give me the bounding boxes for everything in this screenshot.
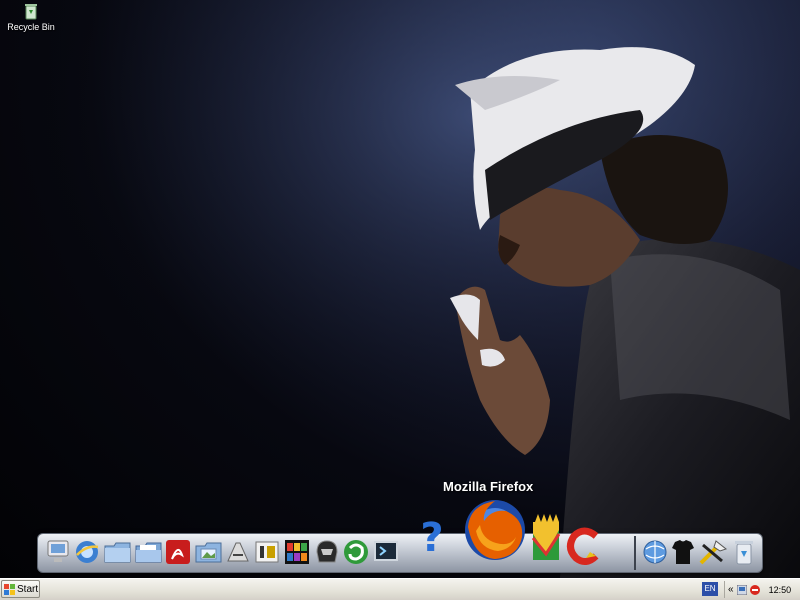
desktop-icon-label: Recycle Bin [7,22,55,32]
dock-separator [634,536,636,570]
dock-item-media-player[interactable] [283,537,311,567]
dock-item-ccleaner[interactable] [566,524,602,568]
dock-item-pictures-folder[interactable] [194,538,223,566]
security-stop-icon[interactable] [749,584,760,595]
adobe-reader-icon [166,540,190,564]
dock-item-mozilla-firefox[interactable] [462,497,528,563]
help-icon: ? [420,515,443,561]
language-indicator[interactable]: EN [702,582,718,596]
network-icon[interactable] [736,584,747,595]
wallpaper-image [0,0,800,578]
recycle-bin-icon [25,4,37,20]
dock-item-help[interactable]: ? [418,513,446,561]
tray-expand-arrow[interactable]: « [728,584,734,595]
avg-antivirus-icon [531,514,561,560]
dock-item-adobe-reader[interactable] [164,537,192,567]
bittorrent-icon [344,540,368,564]
web-browser-icon [643,540,667,564]
helmet-icon [316,540,338,563]
dock-item-helmet[interactable] [313,537,341,567]
recycle-bin-icon [735,541,753,565]
dock-item-documents-folder[interactable] [134,538,163,566]
start-label: Start [17,583,39,595]
pictures-folder-icon [195,542,222,563]
dock-item-tools[interactable] [698,537,728,567]
dock-item-folder[interactable] [103,538,132,566]
desktop-icon-recycle-bin[interactable]: Recycle Bin [4,2,58,32]
internet-explorer-icon [76,541,99,563]
svg-text:?: ? [420,515,443,561]
jersey-icon [672,540,694,564]
utility-icon [255,541,279,563]
paint-icon [227,542,249,562]
documents-folder-icon [135,542,162,563]
my-computer-icon [47,540,69,562]
tools-icon [699,540,728,565]
windows-flag-icon [4,583,15,595]
dock-item-internet-explorer[interactable] [73,537,101,567]
dock-item-bittorrent[interactable] [342,537,370,567]
dock-item-terminal[interactable] [372,537,400,567]
folder-icon [104,542,131,563]
dock-tooltip: Mozilla Firefox [443,479,534,494]
terminal-icon [374,541,398,561]
dock-item-web-browser[interactable] [641,537,669,567]
dock-item-utility[interactable] [253,537,281,567]
clock[interactable]: 12:50 [769,585,792,595]
dock-item-jersey[interactable] [670,537,696,567]
dock-item-recycle-bin[interactable] [731,537,757,567]
ccleaner-icon [567,527,599,565]
taskbar: Start EN « 12:50 [0,578,800,600]
dock-item-avg-antivirus[interactable] [530,508,562,564]
mozilla-firefox-icon [465,500,525,560]
system-tray: « 12:50 [724,581,800,598]
dock-item-my-computer[interactable] [45,537,71,567]
media-player-icon [285,540,309,564]
dock-item-paint[interactable] [224,537,252,567]
start-button[interactable]: Start [1,580,40,598]
